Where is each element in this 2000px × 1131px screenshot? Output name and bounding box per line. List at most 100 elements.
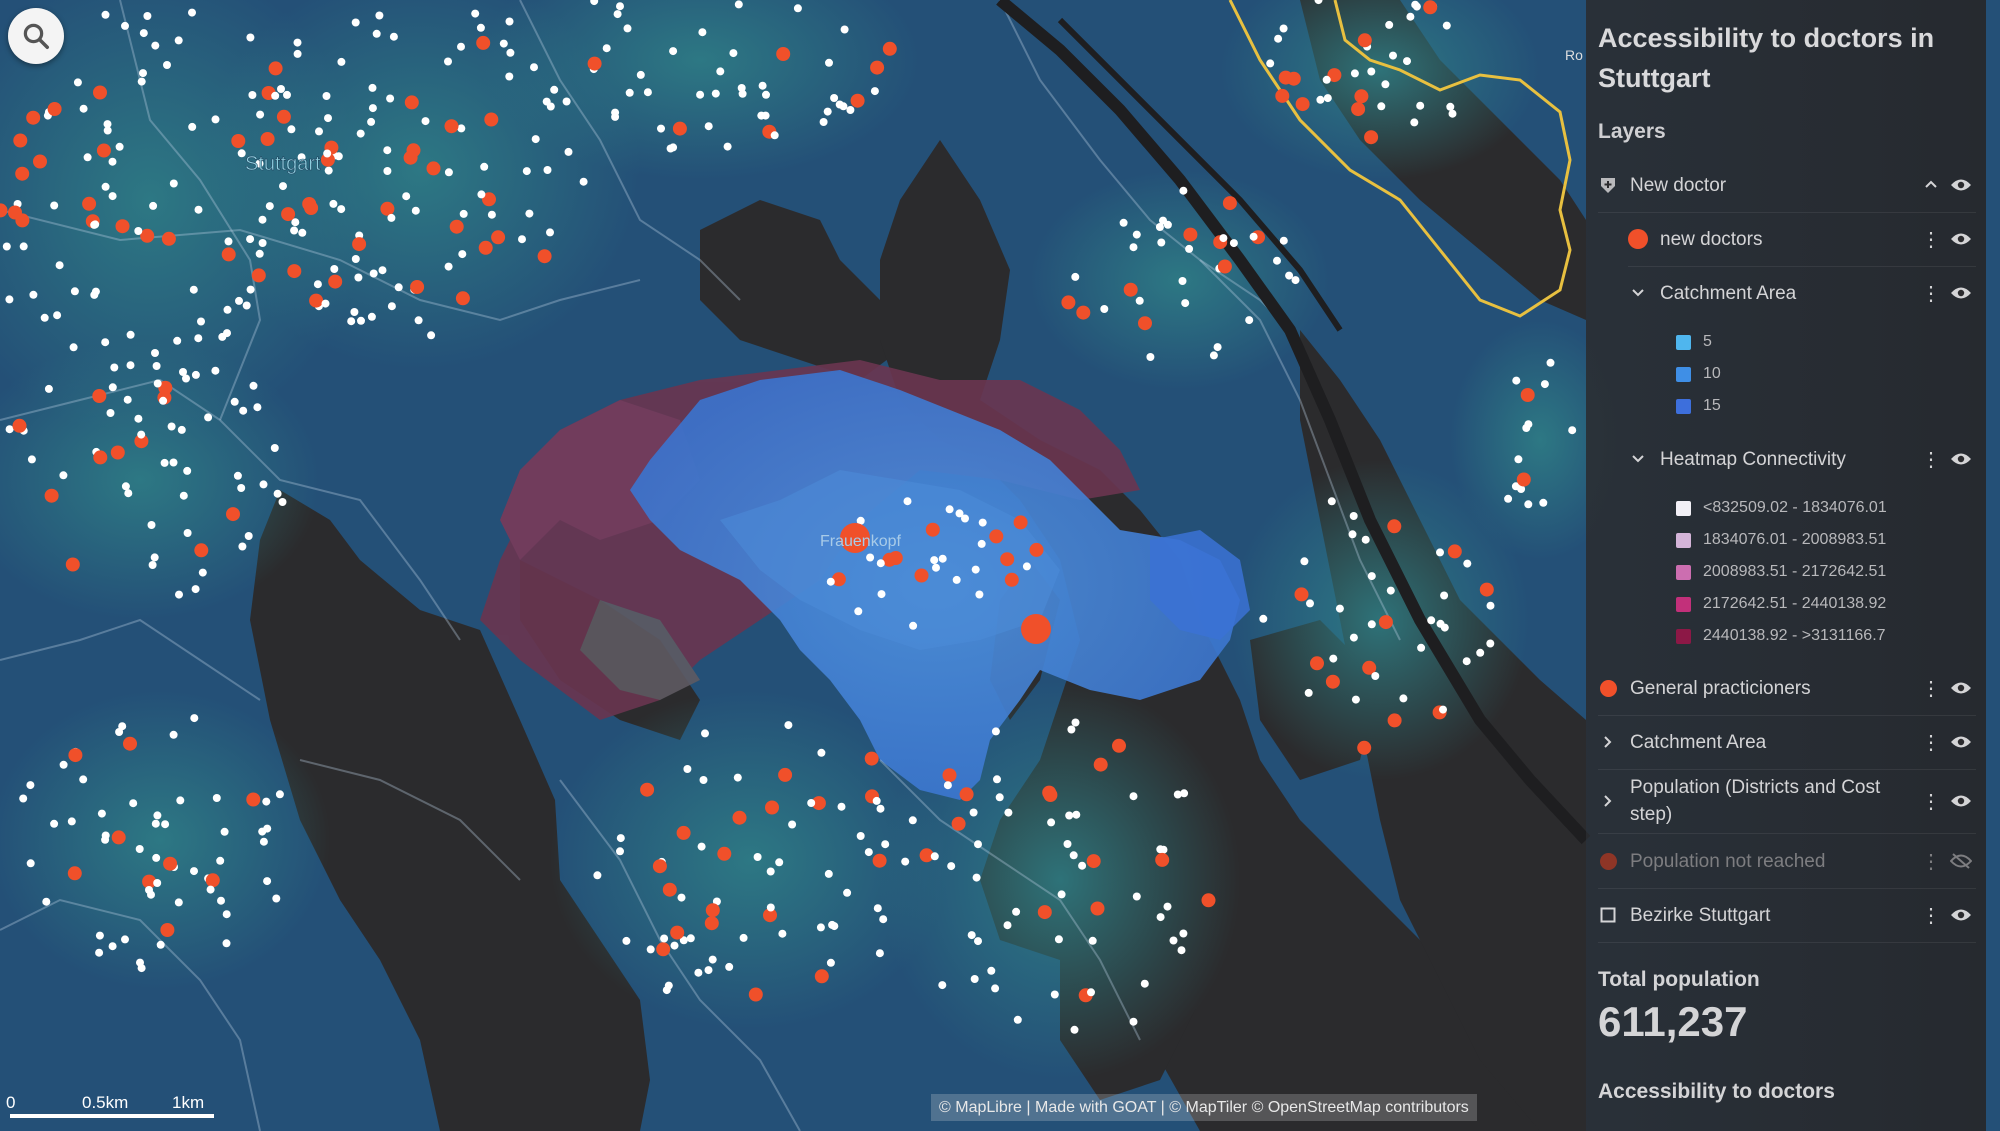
eye-icon[interactable] <box>1946 285 1976 301</box>
general-practitioner-point <box>882 552 897 567</box>
general-practitioner-point <box>123 736 137 751</box>
chevron-right-icon[interactable] <box>1598 793 1618 809</box>
population-point <box>19 794 28 803</box>
population-point <box>757 111 766 120</box>
layer-group-new-doctor[interactable]: New doctor <box>1598 158 1976 213</box>
population-point <box>696 90 705 99</box>
population-point <box>188 8 196 17</box>
population-point <box>321 299 330 308</box>
population-point <box>830 94 839 102</box>
general-practitioner-point <box>1201 893 1216 908</box>
population-point <box>73 78 82 87</box>
population-point <box>1229 239 1238 248</box>
general-practitioner-point <box>951 816 966 831</box>
layer-new-doctors[interactable]: new doctors ⋮ <box>1628 212 1976 267</box>
more-vert-icon[interactable]: ⋮ <box>1916 281 1946 306</box>
population-point <box>324 166 333 175</box>
population-point <box>191 585 200 594</box>
dot-icon <box>1628 229 1648 249</box>
population-point <box>197 317 205 326</box>
population-point <box>830 922 839 931</box>
population-point <box>1219 234 1228 243</box>
more-vert-icon[interactable]: ⋮ <box>1916 227 1946 252</box>
population-point <box>770 131 779 140</box>
layer-population-districts[interactable]: Population (Districts and Cost step) ⋮ <box>1598 769 1976 834</box>
layer-label: General practicioners <box>1630 677 1811 699</box>
more-vert-icon[interactable]: ⋮ <box>1916 447 1946 472</box>
general-practitioner-point <box>705 903 720 918</box>
layer-catchment-area[interactable]: Catchment Area ⋮ <box>1598 715 1976 770</box>
population-point <box>1100 305 1109 313</box>
population-point <box>5 425 14 434</box>
more-vert-icon[interactable]: ⋮ <box>1916 849 1946 874</box>
population-point <box>686 934 695 943</box>
layer-label: Heatmap Connectivity <box>1660 448 1846 470</box>
population-point <box>970 975 979 983</box>
population-point <box>1417 643 1426 652</box>
legend-label: <832509.02 - 1834076.01 <box>1703 499 1887 516</box>
layer-catchment-area-new[interactable]: Catchment Area ⋮ <box>1628 266 1976 320</box>
population-point <box>1522 424 1531 432</box>
chevron-right-icon[interactable] <box>1598 734 1618 750</box>
population-point <box>386 94 395 103</box>
chevron-down-icon[interactable] <box>1628 285 1648 301</box>
eye-icon[interactable] <box>1946 177 1976 193</box>
map-attribution[interactable]: © MapLibre | Made with GOAT | © MapTiler… <box>931 1094 1477 1121</box>
population-point <box>194 205 203 214</box>
population-point <box>991 984 1000 993</box>
general-practitioner-point <box>662 882 677 897</box>
chevron-up-icon[interactable] <box>1916 177 1946 193</box>
population-point <box>394 283 403 292</box>
search-icon <box>23 23 49 49</box>
eye-icon[interactable] <box>1946 734 1976 750</box>
dot-icon <box>1598 852 1618 870</box>
general-practitioner-point <box>640 782 655 797</box>
general-practitioner-point <box>1423 0 1438 15</box>
layer-label: Catchment Area <box>1630 731 1767 753</box>
population-point <box>95 948 104 957</box>
population-point <box>662 986 671 995</box>
general-practitioner-point <box>925 522 940 537</box>
population-point <box>616 847 624 856</box>
population-point <box>134 414 143 423</box>
chevron-down-icon[interactable] <box>1628 451 1648 467</box>
general-practitioner-point <box>221 247 236 262</box>
population-point <box>677 893 686 902</box>
population-point <box>1389 51 1397 60</box>
eye-icon[interactable] <box>1946 907 1976 923</box>
population-point <box>1512 376 1521 385</box>
eye-off-icon[interactable] <box>1946 852 1976 870</box>
layer-population-not-reached[interactable]: Population not reached ⋮ <box>1598 834 1976 889</box>
layer-label: Catchment Area <box>1660 282 1797 304</box>
population-point <box>110 363 119 372</box>
population-point <box>1351 695 1360 704</box>
population-point <box>383 167 392 175</box>
search-button[interactable] <box>8 8 64 64</box>
population-point <box>995 793 1004 802</box>
population-point <box>522 167 531 176</box>
population-point <box>322 92 331 100</box>
eye-icon[interactable] <box>1946 793 1976 809</box>
general-practitioner-point <box>15 166 30 181</box>
layer-heatmap-connectivity[interactable]: Heatmap Connectivity ⋮ <box>1628 432 1976 486</box>
layer-bezirke-stuttgart[interactable]: Bezirke Stuttgart ⋮ <box>1598 888 1976 943</box>
population-point <box>217 896 225 905</box>
more-vert-icon[interactable]: ⋮ <box>1916 789 1946 814</box>
eye-icon[interactable] <box>1946 680 1976 696</box>
eye-icon[interactable] <box>1946 451 1976 467</box>
population-point <box>1568 426 1577 435</box>
population-point <box>826 958 835 967</box>
population-point <box>1410 118 1419 127</box>
scrollbar[interactable] <box>1980 0 1986 1131</box>
population-point <box>190 867 198 876</box>
more-vert-icon[interactable]: ⋮ <box>1916 730 1946 755</box>
population-point <box>694 968 703 977</box>
more-vert-icon[interactable]: ⋮ <box>1916 903 1946 928</box>
eye-icon[interactable] <box>1946 231 1976 247</box>
population-point <box>1181 299 1190 308</box>
layer-general-practicioners[interactable]: General practicioners ⋮ <box>1598 661 1976 716</box>
population-point <box>930 852 939 861</box>
population-point <box>383 146 392 155</box>
new-doctor-point[interactable] <box>1021 614 1051 644</box>
more-vert-icon[interactable]: ⋮ <box>1916 676 1946 701</box>
